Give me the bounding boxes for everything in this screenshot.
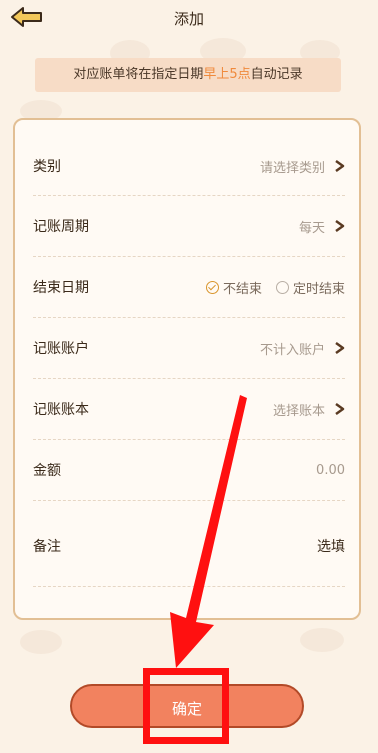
annotation-arrow	[170, 395, 247, 668]
annotation-highlight-box	[143, 668, 229, 744]
